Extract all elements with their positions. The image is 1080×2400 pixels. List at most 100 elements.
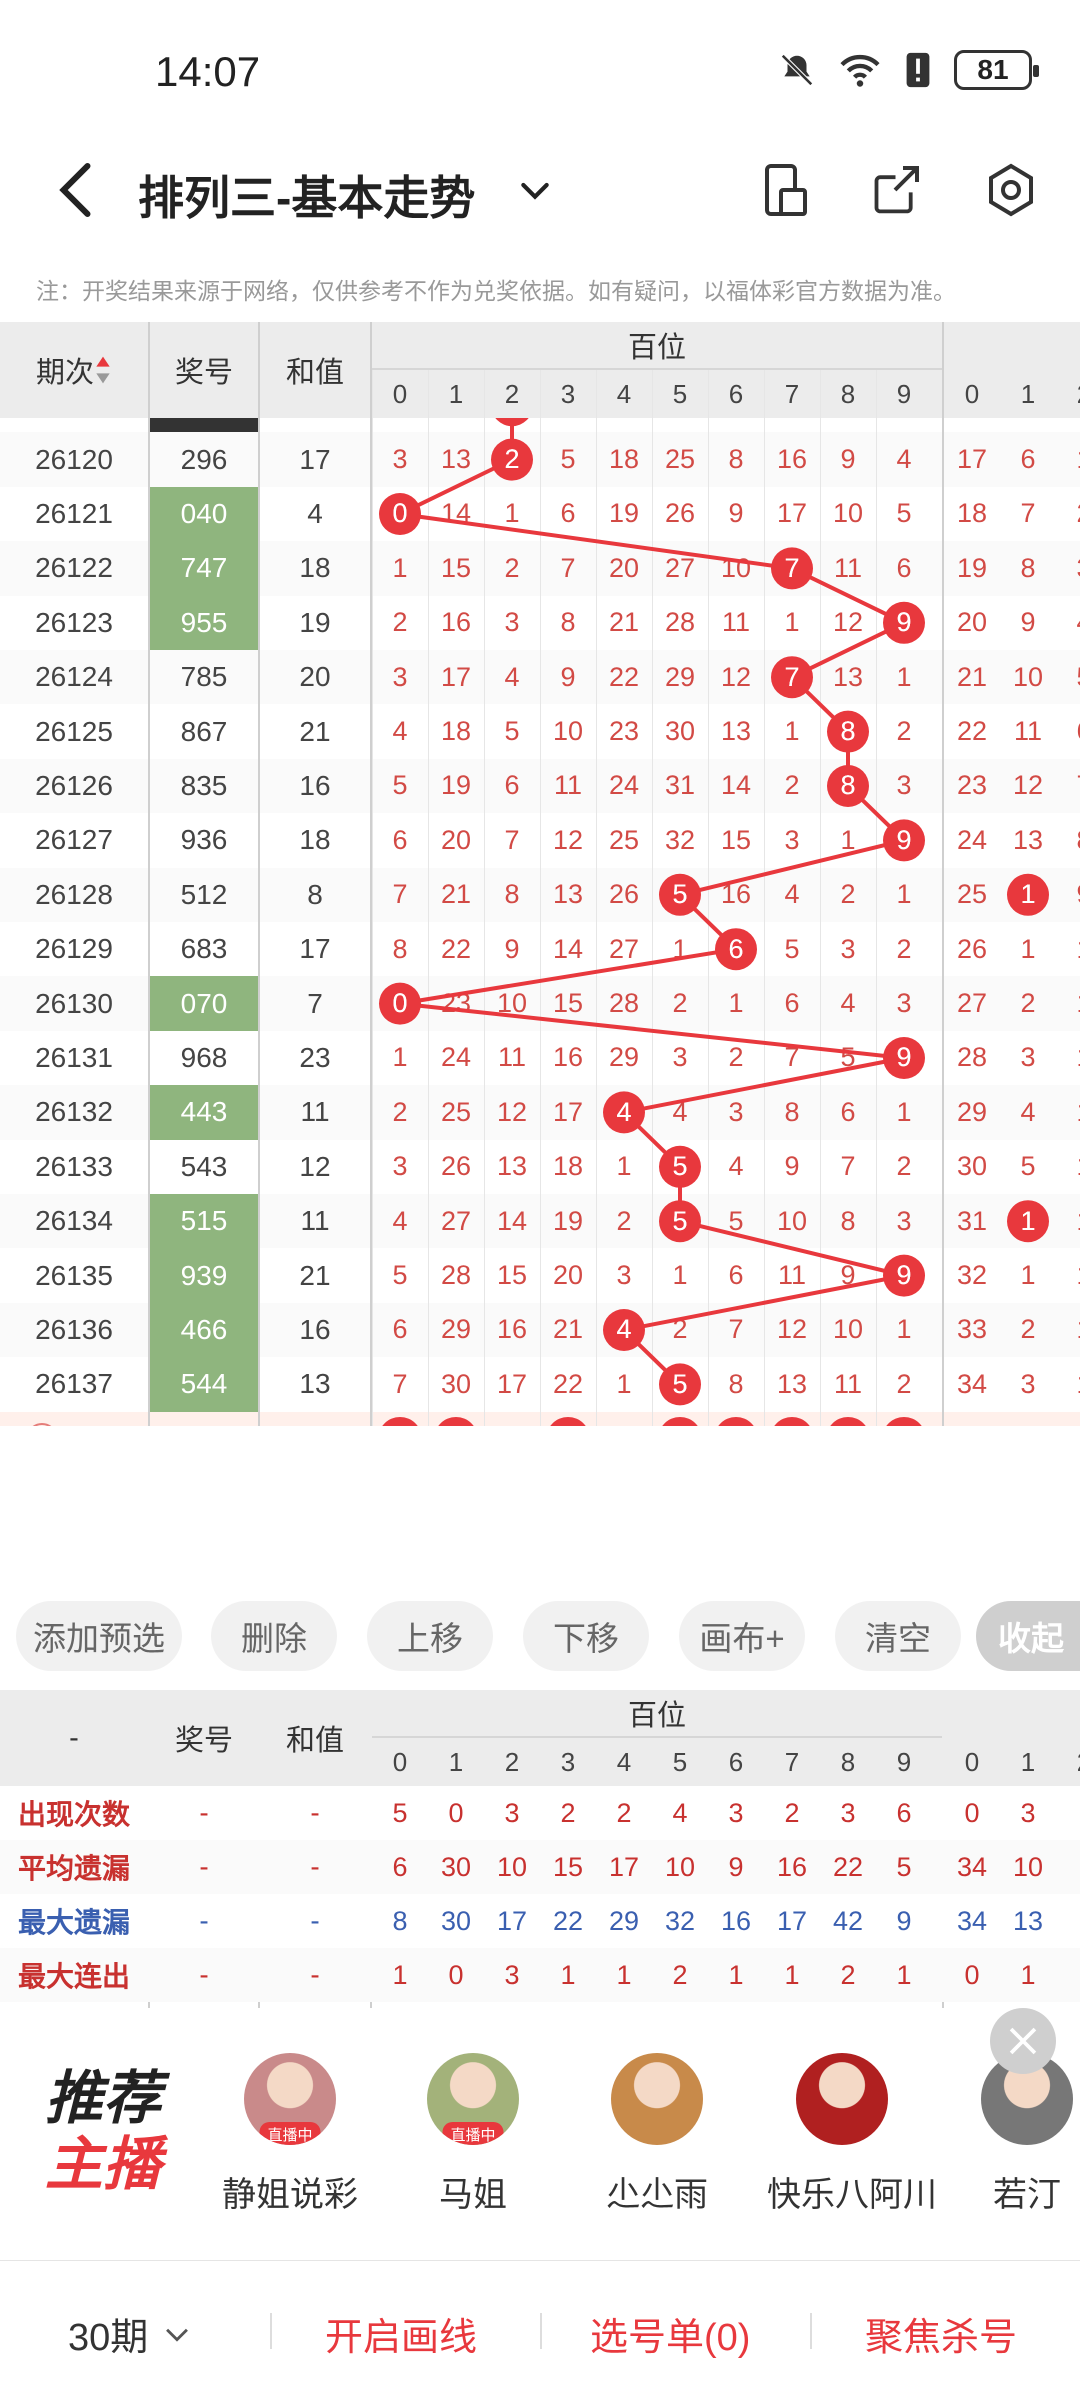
anchor-card[interactable]: 快乐八阿川	[767, 2053, 937, 2216]
table-row[interactable]: 2613593921528152031611993211	[0, 1248, 1080, 1303]
chevron-down-icon[interactable]	[515, 170, 555, 210]
table-row[interactable]: 261285128721813265164212519	[0, 867, 1080, 922]
focus-kill-button[interactable]: 聚焦杀号	[865, 2306, 1017, 2361]
hit-number: 7	[784, 552, 800, 583]
select-digit-on[interactable]: 9	[876, 1412, 932, 1426]
issue-column-header[interactable]: 期次	[0, 322, 148, 418]
issue-cell: 26136	[35, 1313, 113, 1345]
sum-cell: 18	[299, 824, 331, 856]
collapse-button[interactable]: 收起	[976, 1601, 1080, 1671]
omission-cell: 13	[776, 1368, 808, 1399]
table-row[interactable]: 26122747181152720271071161983	[0, 541, 1080, 596]
select-digit-on[interactable]: 1	[428, 1412, 484, 1426]
share-icon[interactable]	[867, 162, 923, 218]
select-tens-digit[interactable]: 2	[1056, 1412, 1080, 1426]
delete-button[interactable]: 删除	[211, 1601, 337, 1671]
select-digit[interactable]: 2	[484, 1412, 540, 1426]
omission-cell: 8	[840, 1205, 856, 1236]
canvas-button[interactable]: 画布+	[679, 1601, 805, 1671]
hit-number: 5	[672, 1205, 688, 1236]
table-row[interactable]: 2613196823124111629327592831	[0, 1030, 1080, 1086]
stats-digit-header: 0	[392, 1746, 408, 1777]
table-row[interactable]: 2613451511427141925510833111	[0, 1194, 1080, 1249]
issue-cell: 26122	[35, 552, 113, 584]
table-row[interactable]: 2612029617313251825816941761	[0, 432, 1080, 487]
select-tens-digit[interactable]: 0	[944, 1412, 1000, 1426]
select-digit-on[interactable]: 8	[820, 1412, 876, 1426]
move-up-button[interactable]: 上移	[367, 1601, 493, 1671]
omission-cell: 25	[664, 444, 696, 475]
add-preselect-button[interactable]: 添加预选	[16, 1601, 182, 1671]
anchor-card[interactable]: 直播中 马姐	[398, 2053, 548, 2216]
stats-value: 1	[784, 1959, 800, 1990]
anchor-name: 马姐	[439, 2176, 507, 2214]
omission-cell: 15	[720, 824, 752, 855]
period-label: 30期	[68, 2317, 149, 2359]
select-digit-on[interactable]: 0	[372, 1412, 428, 1426]
omission-cell: 8	[820, 418, 876, 432]
settings-icon[interactable]	[983, 162, 1039, 218]
table-row[interactable]: 261300707023101528216432721	[0, 976, 1080, 1031]
table-row[interactable]: 26137544137301722158131123431	[0, 1357, 1080, 1412]
omission-cell: 5	[896, 498, 912, 529]
omission-cell: 15	[764, 418, 820, 432]
omission-cell: 4	[504, 661, 520, 692]
omission-cell: 12	[428, 418, 484, 432]
draw-line-button[interactable]: 开启画线	[325, 2306, 477, 2361]
anchor-card[interactable]: 尐尐雨	[582, 2053, 732, 2216]
select-digit[interactable]: 4	[596, 1412, 652, 1426]
stats-digit-header: 4	[616, 1746, 632, 1777]
close-recommend-button[interactable]	[990, 2008, 1056, 2074]
table-row[interactable]: 26126 835 16 5 19 6 11 24 31 14 2 8 3 23 12 7	[0, 758, 1080, 814]
app-root: { "status": {"time": "14:07", "battery":…	[0, 0, 1080, 2400]
table-row[interactable]: 26124 785 20 3 17 4 9 22 29 12 7 13 1 21 10 5	[0, 650, 1080, 705]
move-down-button[interactable]: 下移	[523, 1601, 649, 1671]
period-selector[interactable]: 30期	[68, 2306, 194, 2361]
sort-icon	[96, 356, 110, 384]
omission-cell: 6	[784, 988, 800, 1019]
selection-list-button[interactable]: 选号单(0)	[590, 2306, 750, 2361]
stats-row: 平均遗漏 - - 6 30 10 15 17 10 9 16 22 5 34 10	[0, 1840, 1080, 1894]
hit-number: 9	[896, 1260, 912, 1291]
select-digit-on[interactable]: 7	[764, 1412, 820, 1426]
table-row[interactable]: 261192226212241724715831652	[0, 418, 1080, 433]
table-row[interactable]: 261335431232613181549723051	[0, 1139, 1080, 1194]
table-row[interactable]: 26136466166291621427121013321	[0, 1302, 1080, 1358]
table-row[interactable]: 26123955192163821281111292094	[0, 595, 1080, 650]
tens-omission-cell: 3	[1020, 1042, 1036, 1073]
stats-sum-dash: -	[310, 1797, 320, 1828]
omission-cell: 2	[728, 1042, 744, 1073]
select-digit-on[interactable]: 6	[708, 1412, 764, 1426]
page-title[interactable]: 排列三-基本走势	[138, 162, 475, 228]
avatar: 直播中	[244, 2053, 336, 2145]
select-row-toggle[interactable]: 选号	[0, 1412, 148, 1426]
clear-button[interactable]: 清空	[835, 1601, 961, 1671]
table-row[interactable]: 261258672141851023301318222116	[0, 704, 1080, 759]
table-row[interactable]: 2612104040141619269171051872	[0, 486, 1080, 542]
stats-value: 1	[896, 1959, 912, 1990]
stats-label: 出现次数	[17, 1799, 130, 1830]
hit-number: 5	[672, 879, 688, 910]
table-row[interactable]: 261296831782291427165322611	[0, 922, 1080, 977]
omission-cell: 1	[616, 1368, 632, 1399]
issue-cell: 26123	[35, 606, 113, 638]
tens-omission-cell: 27	[956, 988, 988, 1019]
table-row[interactable]: 26127 936 18 6 20 7 12 25 32 15 3 1 9 24 13 8	[0, 813, 1080, 868]
tens-omission-cell: 17	[956, 444, 988, 475]
back-icon[interactable]	[52, 160, 102, 220]
select-tens-digit[interactable]: 1	[1000, 1412, 1056, 1426]
table-row[interactable]: 261324431122512174438612941	[0, 1085, 1080, 1140]
anchor-card[interactable]: 若汀	[952, 2053, 1080, 2216]
omission-cell: 17	[552, 1096, 584, 1127]
select-digit-on[interactable]: 3	[540, 1412, 596, 1426]
omission-cell: 25	[608, 824, 640, 855]
omission-cell: 5	[840, 1042, 856, 1073]
prize-cell: 040	[150, 486, 258, 542]
phone-layout-icon[interactable]	[757, 162, 813, 218]
anchor-card[interactable]: 直播中 静姐说彩	[215, 2053, 365, 2216]
select-digit-on[interactable]: 5	[652, 1412, 708, 1426]
omission-cell: 7	[504, 824, 520, 855]
tens-omission-cell: 1	[1056, 1303, 1080, 1357]
column-divider	[148, 322, 150, 1426]
stats-value: 1	[616, 1959, 632, 1990]
